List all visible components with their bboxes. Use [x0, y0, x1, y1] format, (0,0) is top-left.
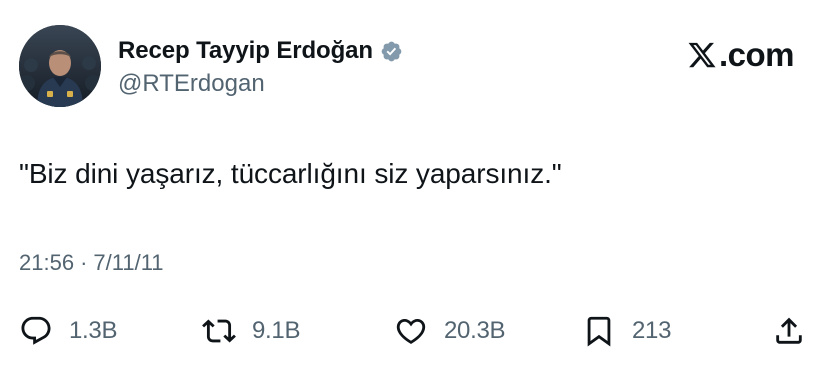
retweet-count: 9.1B [252, 317, 301, 344]
author-handle[interactable]: @RTErdogan [118, 70, 265, 98]
tweet-meta: 21:56 · 7/11/11 [19, 250, 164, 276]
share-button[interactable] [772, 310, 806, 352]
tweet-card: Recep Tayyip Erdoğan @RTErdogan .com "Bi… [0, 0, 828, 373]
verified-badge-icon [380, 40, 403, 63]
share-icon [776, 317, 802, 344]
tweet-date[interactable]: 7/11/11 [93, 250, 163, 276]
reply-icon [21, 316, 51, 345]
heart-icon [396, 318, 426, 344]
tweet-time[interactable]: 21:56 [19, 250, 74, 276]
like-button[interactable]: 20.3B [394, 310, 506, 352]
bookmark-count: 213 [632, 317, 672, 344]
bookmark-icon [587, 316, 611, 347]
avatar-image [19, 25, 101, 107]
retweet-icon [202, 319, 236, 343]
avatar[interactable] [19, 25, 101, 107]
reply-count: 1.3B [69, 317, 118, 344]
tweet-text: "Biz dini yaşarız, tüccarlığını siz yapa… [19, 158, 562, 189]
meta-separator: · [80, 250, 88, 275]
action-bar: 1.3B 9.1B 20.3B 213 [0, 310, 828, 352]
brand-domain-text: .com [718, 36, 795, 73]
like-count: 20.3B [444, 317, 506, 344]
x-logo-icon [688, 42, 716, 67]
bookmark-button[interactable]: 213 [582, 310, 671, 352]
x-brand: .com [687, 36, 795, 73]
retweet-button[interactable]: 9.1B [202, 310, 300, 352]
author-name-row: Recep Tayyip Erdoğan [118, 36, 403, 66]
author-display-name[interactable]: Recep Tayyip Erdoğan [118, 37, 373, 65]
reply-button[interactable]: 1.3B [19, 310, 117, 352]
